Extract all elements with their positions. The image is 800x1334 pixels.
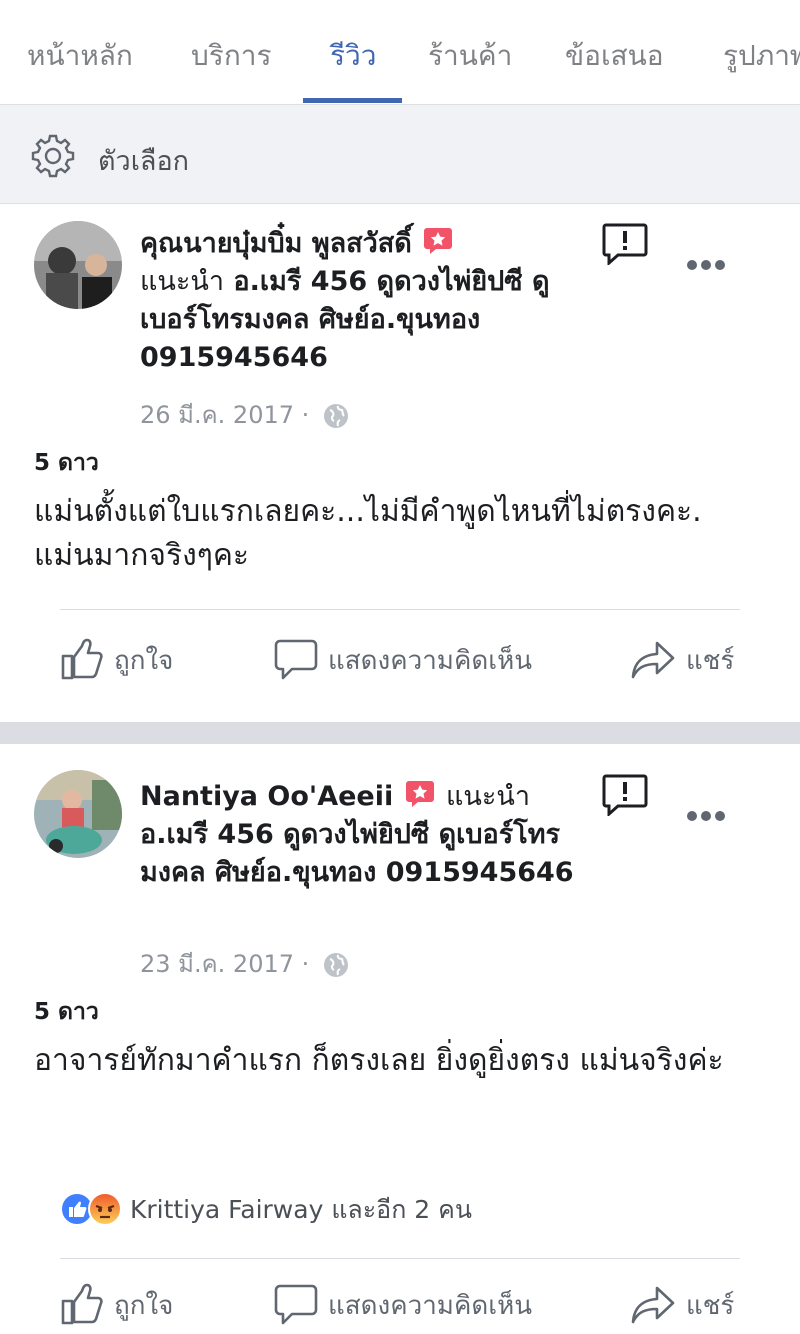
review-date-row: 26 มี.ค. 2017 · [140, 395, 349, 434]
options-bar[interactable]: ตัวเลือก [0, 104, 800, 204]
author-name[interactable]: Nantiya Oo'Aeeii [140, 781, 393, 812]
divider [60, 1258, 740, 1259]
gear-icon [31, 134, 75, 178]
recommends-label: แนะนำ [140, 266, 224, 297]
tab-services[interactable]: บริการ [191, 34, 272, 78]
rating-label: 5 ดาว [34, 450, 99, 476]
avatar[interactable] [34, 770, 122, 858]
tab-shop[interactable]: ร้านค้า [428, 34, 512, 78]
review-date[interactable]: 26 มี.ค. 2017 [140, 401, 294, 429]
tab-reviews[interactable]: รีวิว [330, 34, 376, 78]
comment-button[interactable]: แสดงความคิดเห็น [274, 1282, 532, 1326]
recommend-badge-icon [405, 781, 434, 807]
section-divider [0, 722, 800, 744]
share-icon [631, 1286, 675, 1324]
review-date[interactable]: 23 มี.ค. 2017 [140, 950, 294, 978]
review-card: คุณนายบุ๋มบิ๋ม พูลสวัสดิ์ แนะนำ อ.เมรี 4… [0, 205, 800, 722]
avatar[interactable] [34, 221, 122, 309]
report-icon[interactable] [602, 774, 648, 816]
comment-icon [274, 639, 318, 680]
comment-label: แสดงความคิดเห็น [328, 646, 533, 676]
divider [60, 609, 740, 610]
active-tab-indicator [303, 98, 402, 103]
author-name[interactable]: คุณนายบุ๋มบิ๋ม พูลสวัสดิ์ [140, 228, 412, 259]
like-icon [61, 1283, 103, 1325]
angry-icon [88, 1192, 122, 1226]
like-label: ถูกใจ [114, 646, 174, 676]
tab-bar: หน้าหลัก บริการ รีวิว ร้านค้า ข้อเสนอ รู… [0, 0, 800, 104]
tab-home[interactable]: หน้าหลัก [27, 34, 133, 78]
share-button[interactable]: แชร์ [630, 637, 734, 681]
share-button[interactable]: แชร์ [630, 1282, 734, 1326]
reaction-summary[interactable]: Krittiya Fairway และอีก 2 คน [60, 1190, 472, 1230]
report-icon[interactable] [602, 223, 648, 265]
like-label: ถูกใจ [114, 1291, 174, 1321]
options-label: ตัวเลือก [98, 146, 190, 177]
review-header: Nantiya Oo'Aeeii แนะนำ อ.เมรี 456 ดูดวงไ… [140, 778, 600, 892]
comment-label: แสดงความคิดเห็น [328, 1291, 533, 1321]
like-icon [61, 638, 103, 680]
globe-icon [323, 404, 348, 428]
review-card: Nantiya Oo'Aeeii แนะนำ อ.เมรี 456 ดูดวงไ… [0, 744, 800, 1334]
tab-photos[interactable]: รูปภาพ [723, 34, 800, 78]
page-name-link[interactable]: อ.เมรี 456 ดูดวงไพ่ยิปซี ดูเบอร์โทรมงคล … [140, 819, 574, 888]
comment-icon [274, 1284, 318, 1325]
review-text: แม่นตั้งแต่ใบแรกเลยคะ...ไม่มีคำพูดไหนที่… [34, 494, 702, 573]
globe-icon [323, 953, 348, 977]
more-options-icon[interactable] [686, 810, 726, 822]
reaction-names: Krittiya Fairway และอีก 2 คน [129, 1195, 472, 1224]
more-options-icon[interactable] [686, 259, 726, 271]
recommend-badge-icon [424, 228, 453, 254]
comment-button[interactable]: แสดงความคิดเห็น [274, 637, 532, 681]
rating-label: 5 ดาว [34, 999, 99, 1025]
like-button[interactable]: ถูกใจ [60, 637, 173, 681]
share-icon [631, 641, 675, 679]
share-label: แชร์ [686, 1291, 735, 1321]
share-label: แชร์ [686, 646, 735, 676]
like-button[interactable]: ถูกใจ [60, 1282, 173, 1326]
review-date-row: 23 มี.ค. 2017 · [140, 944, 349, 983]
review-header: คุณนายบุ๋มบิ๋ม พูลสวัสดิ์ แนะนำ อ.เมรี 4… [140, 225, 600, 377]
recommends-label: แนะนำ [446, 781, 531, 812]
tab-offers[interactable]: ข้อเสนอ [565, 34, 664, 78]
review-text: อาจารย์ทักมาคำแรก ก็ตรงเลย ยิ่งดูยิ่งตรง… [34, 1043, 724, 1078]
